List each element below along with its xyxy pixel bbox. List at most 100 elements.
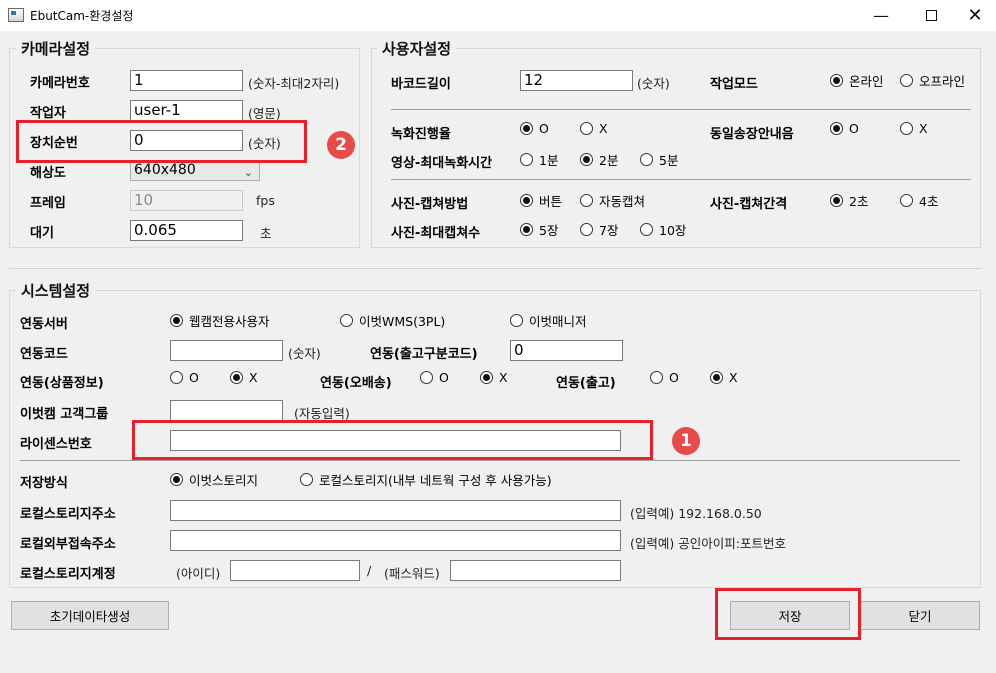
window-title: EbutCam-환경설정 <box>30 9 134 23</box>
account-id-label: (아이디) <box>176 566 221 581</box>
link-code-hint: (숫자) <box>288 346 321 361</box>
capture-method-label: 사진-캡쳐방법 <box>391 197 469 212</box>
max-7-radio[interactable]: 7장 <box>580 220 618 239</box>
same-invoice-x-radio[interactable]: X <box>900 121 928 136</box>
max-5-radio[interactable]: 5장 <box>520 220 558 239</box>
worker-input[interactable]: user-1 <box>130 100 243 121</box>
camera-settings-title: 카메라설정 <box>16 38 96 59</box>
radio-icon <box>520 122 533 135</box>
user-separator-2 <box>391 179 971 180</box>
work-mode-offline-radio[interactable]: 오프라인 <box>900 71 965 90</box>
capture-button-radio[interactable]: 버튼 <box>520 191 562 210</box>
video-5min-radio[interactable]: 5분 <box>640 150 678 169</box>
link-release-label: 연동(출고) <box>556 376 616 391</box>
account-password-input[interactable] <box>450 560 621 581</box>
radio-icon <box>230 371 243 384</box>
interval-4s-radio[interactable]: 4초 <box>900 191 938 210</box>
interval-2s-radio[interactable]: 2초 <box>830 191 868 210</box>
radio-icon <box>480 371 493 384</box>
link-release-x-radio[interactable]: X <box>710 370 738 385</box>
radio-icon <box>900 194 913 207</box>
link-code-input[interactable] <box>170 340 283 361</box>
frame-label: 프레임 <box>30 196 66 211</box>
frame-unit: fps <box>256 193 275 208</box>
work-mode-label: 작업모드 <box>710 77 758 92</box>
external-address-hint: (입력예) 공인아이피:포트번호 <box>630 536 786 551</box>
radio-icon <box>580 122 593 135</box>
capture-auto-radio[interactable]: 자동캡쳐 <box>580 191 645 210</box>
link-code-label: 연동코드 <box>20 347 68 362</box>
barcode-length-label: 바코드길이 <box>391 77 451 92</box>
user-separator-1 <box>391 109 971 110</box>
chevron-down-icon: ⌄ <box>243 166 253 179</box>
capture-interval-label: 사진-캡쳐간격 <box>710 197 788 212</box>
radio-icon <box>640 153 653 166</box>
customer-group-input[interactable] <box>170 400 283 421</box>
server-webcam-radio[interactable]: 웹캠전용사용자 <box>170 311 270 330</box>
wait-input[interactable]: 0.065 <box>130 220 243 241</box>
video-max-time-label: 영상-최대녹화시간 <box>391 156 493 171</box>
radio-icon <box>650 371 663 384</box>
work-mode-online-radio[interactable]: 온라인 <box>830 71 884 90</box>
external-address-input[interactable] <box>170 530 621 551</box>
link-server-label: 연동서버 <box>20 317 68 332</box>
video-1min-radio[interactable]: 1분 <box>520 150 558 169</box>
close-button[interactable]: 닫기 <box>860 601 980 630</box>
link-delivery-x-radio[interactable]: X <box>480 370 508 385</box>
radio-icon <box>170 314 183 327</box>
radio-icon <box>580 194 593 207</box>
server-wms-radio[interactable]: 이벗WMS(3PL) <box>340 311 445 330</box>
link-delivery-o-radio[interactable]: O <box>420 370 449 385</box>
radio-icon <box>420 371 433 384</box>
step-badge-1: 1 <box>672 427 700 455</box>
local-storage-address-hint: (입력예) 192.168.0.50 <box>630 506 762 521</box>
same-invoice-sound-label: 동일송장안내음 <box>710 127 794 142</box>
record-progress-label: 녹화진행율 <box>391 127 451 142</box>
highlight-save-button <box>715 588 861 640</box>
camera-number-input[interactable]: 1 <box>130 70 243 91</box>
user-settings-group <box>371 48 981 248</box>
server-manager-radio[interactable]: 이벗매니저 <box>510 311 587 330</box>
radio-icon <box>900 74 913 87</box>
barcode-length-hint: (숫자) <box>637 76 670 91</box>
max-10-radio[interactable]: 10장 <box>640 220 686 239</box>
storage-local-radio[interactable]: 로컬스토리지(내부 네트웍 구성 후 사용가능) <box>300 470 552 489</box>
radio-icon <box>510 314 523 327</box>
frame-input: 10 <box>130 190 243 211</box>
resolution-select[interactable]: 640x480 ⌄ <box>130 160 260 181</box>
radio-icon <box>170 371 183 384</box>
radio-icon <box>580 153 593 166</box>
radio-icon <box>830 122 843 135</box>
storage-method-label: 저장방식 <box>20 476 68 491</box>
link-out-code-input[interactable]: 0 <box>510 340 623 361</box>
maximize-icon[interactable] <box>908 0 954 31</box>
system-top-line <box>9 268 981 269</box>
record-progress-x-radio[interactable]: X <box>580 121 608 136</box>
link-product-label: 연동(상품정보) <box>20 376 104 391</box>
same-invoice-o-radio[interactable]: O <box>830 121 859 136</box>
worker-label: 작업자 <box>30 106 66 121</box>
radio-icon <box>900 122 913 135</box>
close-icon[interactable]: ✕ <box>952 0 996 31</box>
radio-icon <box>520 153 533 166</box>
barcode-length-input[interactable]: 12 <box>520 70 633 91</box>
radio-icon <box>340 314 353 327</box>
link-out-code-label: 연동(출고구분코드) <box>370 347 478 362</box>
video-2min-radio[interactable]: 2분 <box>580 150 618 169</box>
init-data-button[interactable]: 초기데이타생성 <box>11 601 169 630</box>
radio-icon <box>710 371 723 384</box>
wait-label: 대기 <box>30 226 54 241</box>
system-separator <box>20 460 960 461</box>
storage-ebut-radio[interactable]: 이벗스토리지 <box>170 470 258 489</box>
camera-number-label: 카메라번호 <box>30 76 90 91</box>
link-product-o-radio[interactable]: O <box>170 370 199 385</box>
account-id-input[interactable] <box>230 560 360 581</box>
radio-icon <box>520 194 533 207</box>
resolution-value: 640x480 <box>134 162 196 178</box>
minimize-icon[interactable]: — <box>858 0 904 31</box>
link-product-x-radio[interactable]: X <box>230 370 258 385</box>
link-release-o-radio[interactable]: O <box>650 370 679 385</box>
license-number-label: 라이센스번호 <box>20 437 92 452</box>
record-progress-o-radio[interactable]: O <box>520 121 549 136</box>
local-storage-address-input[interactable] <box>170 500 621 521</box>
